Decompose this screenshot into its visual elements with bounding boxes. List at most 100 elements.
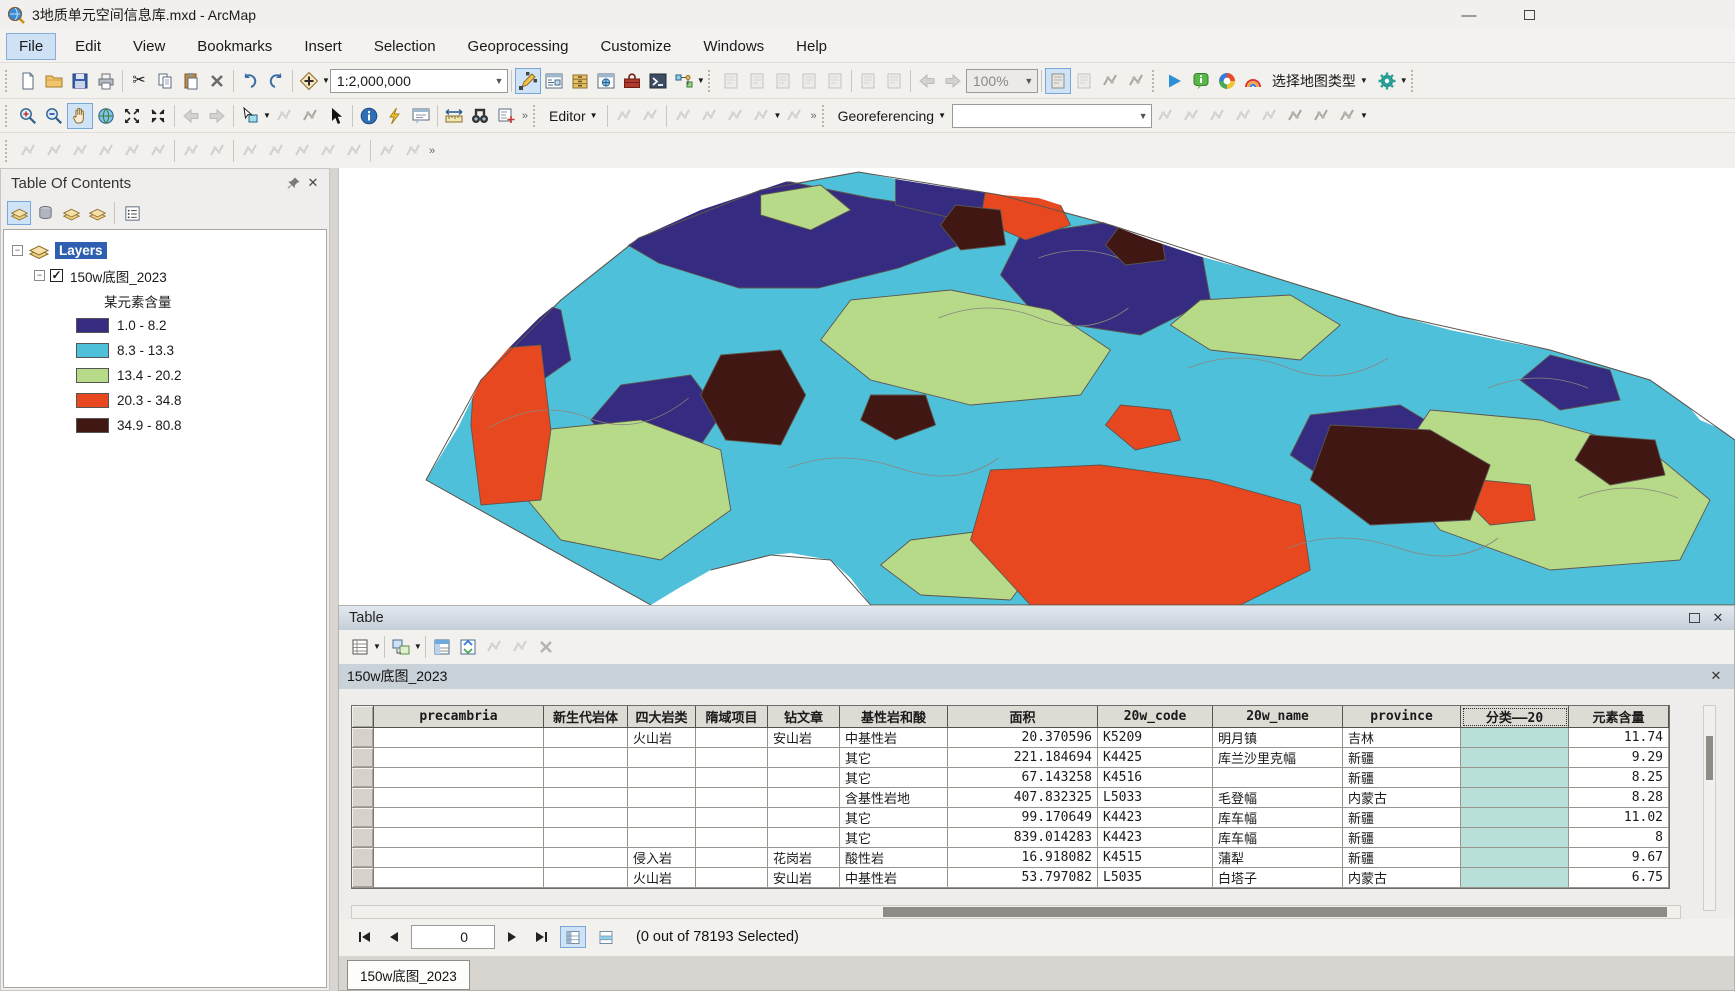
table-cell[interactable]: 221.184694: [948, 748, 1098, 768]
show-selected-records-button[interactable]: [593, 926, 619, 948]
back-icon[interactable]: [178, 103, 204, 129]
rectangle-tool-icon[interactable]: [237, 138, 263, 164]
table-cell[interactable]: 火山岩: [628, 868, 696, 888]
menu-bookmarks[interactable]: Bookmarks: [184, 33, 285, 60]
last-record-button[interactable]: [529, 926, 553, 948]
table-cell[interactable]: 其它: [840, 748, 948, 768]
table-cell[interactable]: [544, 788, 628, 808]
table-cell[interactable]: 库车幅: [1213, 808, 1343, 828]
table-cell[interactable]: [696, 788, 768, 808]
undo-icon[interactable]: [237, 68, 263, 94]
save-icon[interactable]: [67, 68, 93, 94]
table-cell[interactable]: 11.74: [1569, 728, 1669, 748]
toolbar-grip[interactable]: [1411, 70, 1417, 92]
table-cell[interactable]: 库兰沙里克幅: [1213, 748, 1343, 768]
column-header[interactable]: 20w_code: [1098, 706, 1213, 728]
chevron-down-icon[interactable]: ▼: [1021, 76, 1037, 86]
toolbar-grip[interactable]: [533, 105, 539, 127]
table-cell[interactable]: [374, 808, 544, 828]
row-selector[interactable]: [352, 748, 374, 768]
full-extent-icon[interactable]: [93, 103, 119, 129]
zoom-out-icon[interactable]: [41, 103, 67, 129]
explode-icon[interactable]: [145, 138, 171, 164]
table-cell[interactable]: 内蒙古: [1343, 868, 1461, 888]
table-cell[interactable]: 安山岩: [768, 728, 840, 748]
cut-icon[interactable]: ✂: [126, 68, 152, 94]
pan-icon[interactable]: [67, 103, 93, 129]
table-close-icon[interactable]: ✕: [1708, 609, 1728, 627]
refresh-view-icon[interactable]: [1097, 68, 1123, 94]
table-cell[interactable]: 20.370596: [948, 728, 1098, 748]
table-cell[interactable]: [696, 768, 768, 788]
table-cell[interactable]: K5209: [1098, 728, 1213, 748]
column-header[interactable]: 分类——20: [1461, 706, 1569, 728]
clear-selection-table-icon[interactable]: [481, 634, 507, 660]
table-cell[interactable]: [696, 808, 768, 828]
fixed-zoom-in-page-icon[interactable]: [855, 68, 881, 94]
menu-customize[interactable]: Customize: [587, 33, 684, 60]
replace-geometry-icon[interactable]: [315, 138, 341, 164]
table-cell[interactable]: 其它: [840, 768, 948, 788]
table-cell[interactable]: 含基性岩地: [840, 788, 948, 808]
zoom-combobox[interactable]: 100%▼: [966, 69, 1038, 93]
table-cell[interactable]: [544, 848, 628, 868]
zoom-whole-page-icon[interactable]: [718, 68, 744, 94]
edit-tool-icon[interactable]: [611, 103, 637, 129]
previous-record-button[interactable]: [382, 926, 406, 948]
zoom-100-icon[interactable]: [796, 68, 822, 94]
table-cell[interactable]: 11.02: [1569, 808, 1669, 828]
table-cell[interactable]: [374, 728, 544, 748]
table-cell[interactable]: L5035: [1098, 868, 1213, 888]
polygon-sketch-icon[interactable]: [748, 103, 774, 129]
list-by-selection-icon[interactable]: [85, 201, 109, 225]
toolbar-grip[interactable]: [822, 105, 828, 127]
trim-icon[interactable]: [93, 138, 119, 164]
adjust-icon[interactable]: [374, 138, 400, 164]
select-elements-icon[interactable]: [323, 103, 349, 129]
table-cell[interactable]: 其它: [840, 808, 948, 828]
table-cell[interactable]: K4516: [1098, 768, 1213, 788]
new-document-icon[interactable]: [15, 68, 41, 94]
identify-icon[interactable]: [356, 103, 382, 129]
table-cell[interactable]: [374, 828, 544, 848]
copy-features-icon[interactable]: [15, 138, 41, 164]
select-by-attributes-icon[interactable]: [297, 103, 323, 129]
table-cell[interactable]: [1461, 848, 1569, 868]
fixed-zoom-out-page-icon[interactable]: [881, 68, 907, 94]
python-window-icon[interactable]: [645, 68, 671, 94]
model-builder-icon[interactable]: [671, 68, 697, 94]
table-cell[interactable]: 839.014283: [948, 828, 1098, 848]
column-header[interactable]: 基性岩和酸: [840, 706, 948, 728]
menu-edit[interactable]: Edit: [62, 33, 114, 60]
layer-checkbox[interactable]: ✓: [50, 269, 63, 282]
table-cell[interactable]: L5033: [1098, 788, 1213, 808]
table-cell[interactable]: [628, 748, 696, 768]
line-intersection-icon[interactable]: [119, 138, 145, 164]
table-cell[interactable]: 9.67: [1569, 848, 1669, 868]
table-options-icon[interactable]: [347, 634, 373, 660]
redo-icon[interactable]: [263, 68, 289, 94]
legend-swatch[interactable]: [76, 318, 109, 333]
toolbar-grip[interactable]: [5, 140, 11, 162]
table-cell[interactable]: 8: [1569, 828, 1669, 848]
table-cell[interactable]: [768, 808, 840, 828]
forward-icon[interactable]: [204, 103, 230, 129]
table-cell[interactable]: K4423: [1098, 808, 1213, 828]
maximize-button[interactable]: [1512, 4, 1546, 26]
editor-toolbar-icon[interactable]: [515, 68, 541, 94]
snapping-icon[interactable]: [781, 103, 807, 129]
table-cell[interactable]: 中基性岩: [840, 868, 948, 888]
chevron-down-icon[interactable]: ▼: [263, 111, 271, 120]
layer-expander[interactable]: −: [34, 270, 45, 281]
data-driven-pages-icon[interactable]: [1123, 68, 1149, 94]
open-folder-icon[interactable]: [41, 68, 67, 94]
paste-icon[interactable]: [178, 68, 204, 94]
table-cell[interactable]: [1461, 828, 1569, 848]
table-cell[interactable]: [1461, 768, 1569, 788]
info-bubble-icon[interactable]: [1188, 68, 1214, 94]
menu-insert[interactable]: Insert: [291, 33, 355, 60]
table-cell[interactable]: [628, 788, 696, 808]
column-header[interactable]: 新生代岩体: [544, 706, 628, 728]
toc-window-icon[interactable]: [541, 68, 567, 94]
toc-options-icon[interactable]: [120, 201, 144, 225]
